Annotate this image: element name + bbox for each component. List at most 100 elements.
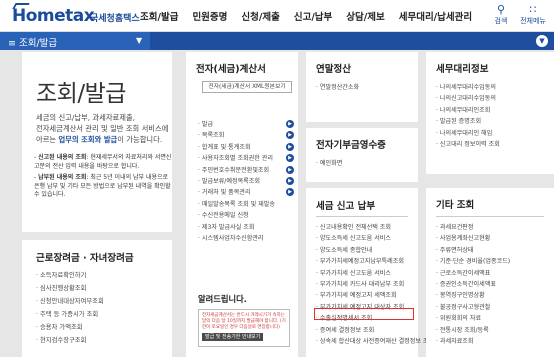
list-item[interactable]: 소득자료확인하기 [36, 270, 104, 283]
list-item[interactable]: 부가가치세 카드사 대리납부 조회 [316, 279, 434, 290]
divider [22, 232, 172, 240]
yearend-card: 연말정산 연말정산간소화 [306, 52, 418, 122]
incentive-title: 근로장려금 · 자녀장려금 [36, 253, 134, 264]
list-item[interactable]: 위원회회의 자료 [436, 313, 510, 324]
nav-apply-submit[interactable]: 신청/제출 [241, 9, 279, 23]
section-menu-label: ≡ 조회/발급 [8, 38, 58, 49]
tax-return-card: 세금 신고 납부 신고내용확인 전체선택 조회 양도소득세 신고도움 서비스 양… [306, 188, 434, 357]
list-item[interactable]: 부가가치세예정고지납부특례조회 [316, 256, 434, 267]
list-item[interactable]: 나의세무대리인조회 [436, 105, 500, 116]
list-item[interactable]: 불공정구사고형관찰 [436, 302, 510, 313]
arrow-right-icon: ▶ [286, 165, 294, 174]
page: Hometax 국세청홈택스 조회/발급 민원증명 신청/제출 신고/납부 상담… [0, 0, 554, 357]
list-item[interactable]: 나의세무대리인 해임 [436, 128, 500, 139]
divider [436, 216, 544, 217]
incentive-card: 근로장려금 · 자녀장려금 소득자료확인하기 심사진행상황조회 신청안내대상자여… [22, 240, 172, 357]
nav-certificates[interactable]: 민원증명 [192, 9, 227, 23]
list-item[interactable]: 증여세 결정정보 조회 [316, 325, 434, 336]
list-item[interactable]: 거래처 및 품목관리▶ [198, 187, 294, 198]
tax-return-title: 세금 신고 납부 [316, 201, 376, 212]
search-button[interactable]: ⚲ 검색 [488, 4, 514, 26]
arrow-right-icon: ▶ [286, 142, 294, 151]
other-inquiry-card: 기타 조회 과세요건판정 사업용계좌신고현황 주류면허상태 기준·단순 경비율(… [426, 188, 554, 357]
arrow-right-icon: ▶ [286, 176, 294, 185]
tax-return-list: 신고내용확인 전체선택 조회 양도소득세 신고도움 서비스 양도소득세 종합안내… [316, 222, 434, 347]
yearend-title: 연말정산 [316, 64, 351, 75]
intro-notes: - 신고된 내용의 조회: 현재세무서의 자료처리와 서면신고분의 전산 입력 … [34, 154, 172, 198]
list-item[interactable]: 양도소득세 종합안내 [316, 245, 434, 256]
list-item[interactable]: 전통시장 조회/등록 [436, 325, 510, 336]
list-item[interactable]: 주민번호수취분전환및조회▶ [198, 165, 294, 176]
donation-card: 전자기부금영수증 예인화면 [306, 128, 418, 182]
list-item[interactable]: 사업용계좌신고현황 [436, 233, 510, 244]
list-item[interactable]: 시스템사업자수신함관리 [198, 233, 275, 244]
list-item[interactable]: 신고대리 정보이력 조회 [436, 139, 500, 150]
tax-agent-list: 나의세무대리수임동의 나의신고대리수임동의 나의세무대리인조회 발급된 증명조회… [436, 82, 500, 150]
list-item[interactable]: 합계표 및 통계조회▶ [198, 142, 294, 153]
list-item[interactable]: 과세자료조회 [436, 336, 510, 347]
search-icon: ⚲ [496, 3, 506, 16]
page-title: 조회/발급 [36, 81, 126, 107]
caret-down-icon: ▼ [136, 36, 143, 45]
nav-inquiry-issue[interactable]: 조회/발급 [140, 9, 178, 23]
einvoice-list: 발급▶ 목록조회▶ 합계표 및 통계조회▶ 사용자조회별 조회권한 관리▶ 주민… [198, 119, 294, 244]
list-item[interactable]: 발급보류/예정목록조회▶ [198, 176, 294, 187]
top-navigation: 조회/발급 민원증명 신청/제출 신고/납부 상담/제보 세무대리/납세관리 [140, 9, 472, 23]
list-item[interactable]: 양도소득세 신고도움 서비스 [316, 233, 434, 244]
arrow-right-icon: ▶ [286, 131, 294, 140]
list-item[interactable]: 나의신고대리수임동의 [436, 93, 500, 104]
list-item[interactable]: 연말정산간소화 [316, 82, 359, 93]
list-item[interactable]: 근로소득간이세액표 [436, 268, 510, 279]
list-item[interactable]: 현지검수장구조회 [36, 335, 104, 348]
list-item[interactable]: 증권인소득간이세액표 [436, 279, 510, 290]
xml-view-button[interactable]: 전자(세금)계산서 XML원본보기 [202, 81, 292, 93]
intro-description: 세금의 신고/납부, 과세자료제출, 전자세금계산서 관리 및 일반 조회 서비… [36, 113, 169, 144]
other-inquiry-list: 과세요건판정 사업용계좌신고현황 주류면허상태 기준·단순 경비율(업종코드) … [436, 222, 510, 347]
donation-list: 예인화면 [316, 158, 342, 169]
list-item[interactable]: 부가가치세 신고도움 서비스 [316, 268, 434, 279]
list-item[interactable]: 신고내용확인 전체선택 조회 [316, 222, 434, 233]
notice-body: 전자세금계산서는 반드시 거래시기가 속하는 달의 다음 달 10일까지 발급해… [198, 309, 290, 347]
list-item[interactable]: 승용차 가액조회 [36, 322, 104, 335]
incentive-list: 소득자료확인하기 심사진행상황조회 신청안내대상자여부조회 주택 등 가증시가 … [36, 270, 104, 348]
list-item[interactable]: 상속세 합산대상 사전증여재산 결정정보 조회 [316, 336, 434, 347]
list-item[interactable]: 기준·단순 경비율(업종코드) [436, 256, 510, 267]
list-item[interactable]: 주류면허상태 [436, 245, 510, 256]
notice-box: 알려드립니다. 전자세금계산서는 반드시 거래시기가 속하는 달의 다음 달 1… [198, 293, 290, 349]
nav-tax-agent[interactable]: 세무대리/납세관리 [399, 9, 472, 23]
list-item[interactable]: 신청안내대상자여부조회 [36, 296, 104, 309]
list-item[interactable]: 발급▶ [198, 119, 294, 130]
logo-name: 국세청홈택스 [90, 14, 140, 24]
list-item[interactable]: 사용자조회별 조회권한 관리▶ [198, 153, 294, 164]
yearend-list: 연말정산간소화 [316, 82, 359, 93]
list-item[interactable]: 봉역징구인명상황 [436, 290, 510, 301]
intro-panel: 조회/발급 세금의 신고/납부, 과세자료제출, 전자세금계산서 관리 및 일반… [22, 52, 172, 357]
nav-report-pay[interactable]: 신고/납부 [294, 9, 332, 23]
list-item[interactable]: 과세요건판정 [436, 222, 510, 233]
arrow-right-icon: ▶ [286, 154, 294, 163]
list-item[interactable]: 발급된 증명조회 [436, 116, 500, 127]
site-header: Hometax 국세청홈택스 조회/발급 민원증명 신청/제출 신고/납부 상담… [0, 0, 554, 32]
nav-counsel-report[interactable]: 상담/제보 [346, 9, 384, 23]
list-item[interactable]: 제3자 발급사실 조회 [198, 222, 275, 233]
list-item[interactable]: 예인화면 [316, 158, 342, 169]
list-item[interactable]: 매일발송목록 조회 및 재발송 [198, 199, 275, 210]
einvoice-card: 전자(세금)계산서 전자(세금)계산서 XML원본보기 발급▶ 목록조회▶ 합계… [186, 52, 298, 357]
tax-agent-card: 세무대리정보 나의세무대리수임동의 나의신고대리수임동의 나의세무대리인조회 발… [426, 52, 554, 174]
list-item[interactable]: 목록조회▶ [198, 130, 294, 141]
chevron-down-icon[interactable]: ▼ [536, 35, 548, 47]
list-item[interactable]: 주택 등 가증시가 조회 [36, 309, 104, 322]
section-bar: ≡ 조회/발급 ▼ ▼ [0, 32, 554, 50]
arrow-right-icon: ▶ [286, 120, 294, 128]
highlight-box [314, 308, 414, 320]
list-item[interactable]: 부가가치세 예정고지 세액조회 [316, 290, 434, 301]
deadline-guide-button[interactable]: 발급 및 전송기한 안내보기 [202, 333, 264, 341]
list-item[interactable]: 심사진행상황조회 [36, 283, 104, 296]
donation-title: 전자기부금영수증 [316, 140, 386, 151]
einvoice-title: 전자(세금)계산서 [196, 64, 266, 75]
list-item[interactable]: 수신전용메일 신청 [198, 210, 275, 221]
all-menu-button[interactable]: ∷ 전체메뉴 [520, 4, 546, 26]
notice-title: 알려드립니다. [198, 294, 247, 304]
list-item[interactable]: 나의세무대리수임동의 [436, 82, 500, 93]
grid-icon: ∷ [529, 3, 537, 16]
